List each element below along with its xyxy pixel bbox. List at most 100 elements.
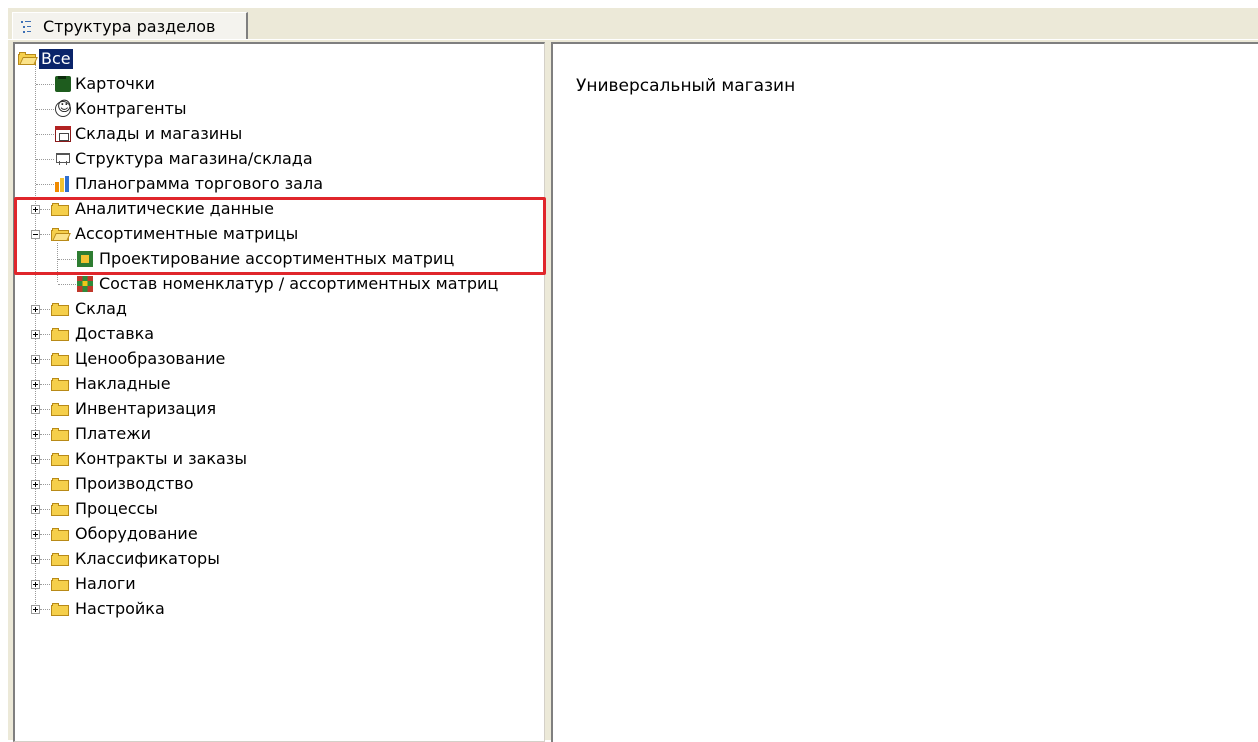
tree-node-invoices[interactable]: Накладные (15, 372, 315, 397)
folder-icon (51, 378, 69, 391)
tree-node-label: Контракты и заказы (75, 449, 247, 468)
tree-node-label: Ценообразование (75, 349, 226, 368)
tree-node-planogram[interactable]: Планограмма торгового зала (15, 172, 375, 197)
folder-icon (51, 553, 69, 566)
tree-connector (40, 409, 50, 411)
tree-node-analytics[interactable]: Аналитические данные (15, 197, 355, 222)
structure-icon (55, 151, 71, 167)
tree-node-label: Накладные (75, 374, 171, 393)
tree-node-label: Классификаторы (75, 549, 220, 568)
tree-node-label: Процессы (75, 499, 158, 518)
folder-icon (51, 453, 69, 466)
folder-icon (51, 403, 69, 416)
tree-connector (58, 284, 76, 286)
tree-node-contracts[interactable]: Контракты и заказы (15, 447, 315, 472)
expand-plus-icon[interactable] (31, 555, 40, 564)
tree-node-inventory[interactable]: Инвентаризация (15, 397, 315, 422)
expand-plus-icon[interactable] (31, 205, 40, 214)
expand-plus-icon[interactable] (31, 380, 40, 389)
expand-plus-icon[interactable] (31, 355, 40, 364)
folder-icon (51, 353, 69, 366)
tree-node-production[interactable]: Производство (15, 472, 315, 497)
tree-node-label: Контрагенты (75, 99, 187, 118)
tree-node-label: Все (39, 49, 73, 69)
expand-plus-icon[interactable] (31, 605, 40, 614)
cards-icon (55, 76, 71, 92)
tree-node-matrix-design[interactable]: Проектирование ассортиментных матриц (15, 247, 515, 272)
tree-node-assortment[interactable]: Ассортиментные матрицы (15, 222, 355, 247)
folder-icon (51, 203, 69, 216)
expand-plus-icon[interactable] (31, 505, 40, 514)
tree-connector (40, 559, 50, 561)
tree-node-label: Аналитические данные (75, 199, 274, 218)
tree-connector (36, 184, 54, 186)
tree-node-settings[interactable]: Настройка (15, 597, 315, 622)
expand-plus-icon[interactable] (31, 530, 40, 539)
folder-icon (51, 328, 69, 341)
tree-connector (36, 134, 54, 136)
expand-plus-icon[interactable] (31, 405, 40, 414)
tree-node-classifiers[interactable]: Классификаторы (15, 547, 315, 572)
tree-node-label: Налоги (75, 574, 136, 593)
planogram-icon (55, 176, 71, 192)
section-tree-pane[interactable]: Все Карточки Контрагенты Склады и магази… (13, 42, 545, 742)
expand-plus-icon[interactable] (31, 430, 40, 439)
tree-connector (40, 484, 50, 486)
tree-connector (40, 334, 50, 336)
tree-node-label: Склад (75, 299, 127, 318)
tree-node-label: Настройка (75, 599, 165, 618)
tree-node-label: Карточки (75, 74, 155, 93)
tree-structure-icon (19, 20, 33, 34)
tree-connector (36, 84, 54, 86)
tab-divider (8, 39, 1258, 40)
tree-node-cards[interactable]: Карточки (15, 72, 315, 97)
tree-connector (40, 209, 50, 211)
tree-connector (40, 584, 50, 586)
tree-node-matrix-composition[interactable]: Состав номенклатур / ассортиментных матр… (15, 272, 540, 297)
tree-node-label: Состав номенклатур / ассортиментных матр… (99, 274, 499, 293)
tree-node-label: Проектирование ассортиментных матриц (99, 249, 455, 268)
tree-connector (40, 234, 50, 236)
tree-node-counterparties[interactable]: Контрагенты (15, 97, 315, 122)
tree-node-label: Ассортиментные матрицы (75, 224, 299, 243)
collapse-minus-icon[interactable] (31, 230, 40, 239)
folder-open-icon (18, 52, 38, 65)
tree-connector (36, 159, 54, 161)
folder-open-icon (51, 228, 71, 241)
tree-connector (40, 509, 50, 511)
expand-plus-icon[interactable] (31, 305, 40, 314)
tree-node-delivery[interactable]: Доставка (15, 322, 315, 347)
tree-node-label: Структура магазина/склада (75, 149, 313, 168)
tree-connector (40, 359, 50, 361)
tree-connector (36, 109, 54, 111)
tab-label: Структура разделов (43, 17, 216, 36)
expand-plus-icon[interactable] (31, 580, 40, 589)
folder-icon (51, 528, 69, 541)
expand-plus-icon[interactable] (31, 330, 40, 339)
tree-connector (40, 609, 50, 611)
store-icon (55, 126, 71, 142)
expand-plus-icon[interactable] (31, 455, 40, 464)
folder-icon (51, 303, 69, 316)
detail-pane: Универсальный магазин (551, 42, 1258, 742)
tree-node-stores[interactable]: Склады и магазины (15, 122, 315, 147)
tree-node-warehouse[interactable]: Склад (15, 297, 315, 322)
tree-node-store-structure[interactable]: Структура магазина/склада (15, 147, 365, 172)
tree-node-equipment[interactable]: Оборудование (15, 522, 315, 547)
tree-connector (58, 259, 76, 261)
tree-node-processes[interactable]: Процессы (15, 497, 315, 522)
matrix-composition-icon (77, 276, 93, 292)
tree-node-label: Доставка (75, 324, 155, 343)
tree-connector (40, 434, 50, 436)
folder-icon (51, 478, 69, 491)
tab-section-structure[interactable]: Структура разделов (12, 12, 248, 40)
tree-node-payments[interactable]: Платежи (15, 422, 315, 447)
tree-node-pricing[interactable]: Ценообразование (15, 347, 315, 372)
folder-icon (51, 603, 69, 616)
tree-node-label: Склады и магазины (75, 124, 243, 143)
tree-node-taxes[interactable]: Налоги (15, 572, 315, 597)
tree-connector (40, 459, 50, 461)
tab-bar: Структура разделов (8, 8, 1258, 40)
expand-plus-icon[interactable] (31, 480, 40, 489)
tree-connector (40, 384, 50, 386)
